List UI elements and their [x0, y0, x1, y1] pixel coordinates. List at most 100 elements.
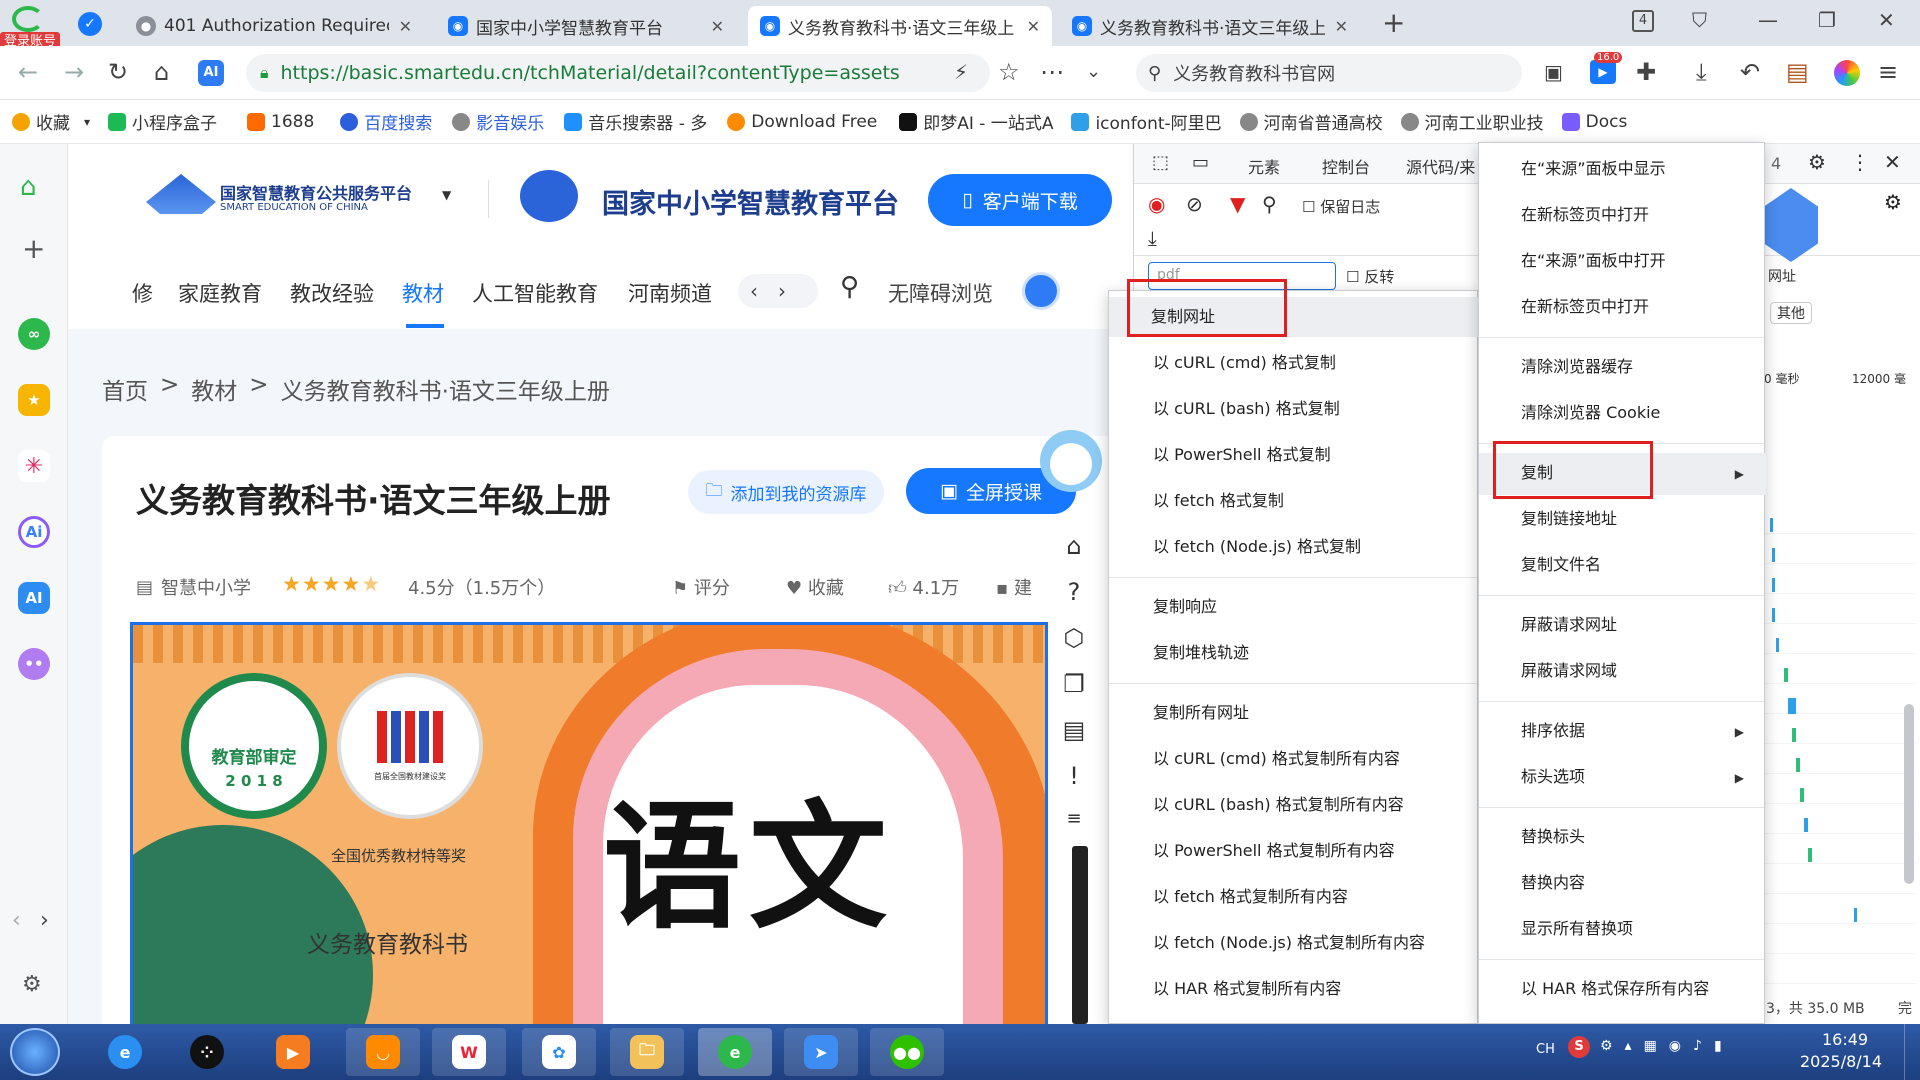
feedback-icon[interactable]: ! — [1069, 762, 1079, 790]
taskbar-media[interactable]: ▶ — [256, 1028, 330, 1076]
menu-item[interactable]: 复制堆栈轨迹 — [1109, 643, 1477, 663]
menu-item[interactable]: 复制响应 — [1109, 597, 1477, 617]
bookmark-item[interactable]: 影音娱乐 — [452, 109, 544, 134]
skin-icon[interactable]: ⛉ — [1692, 8, 1707, 32]
taskbar-ie[interactable]: e — [88, 1028, 162, 1076]
chat-bot-icon[interactable]: •• — [18, 648, 50, 680]
taskbar-browser[interactable]: e — [698, 1028, 772, 1076]
back-icon[interactable]: ← — [18, 58, 38, 86]
more-icon[interactable]: ⋯ — [1040, 58, 1064, 86]
devtools-more-icon[interactable]: ⋮ — [1850, 150, 1870, 174]
clear-icon[interactable]: ⊘ — [1186, 192, 1203, 216]
extensions-icon[interactable]: ✚ — [1636, 58, 1656, 86]
search-box[interactable]: ⚲ 义务教育教科书官网 — [1136, 54, 1522, 92]
start-button[interactable] — [10, 1028, 60, 1076]
forward-icon[interactable]: → — [64, 58, 84, 86]
breadcrumb-textbook[interactable]: 教材 — [191, 372, 237, 406]
devtools-settings-icon[interactable]: ⚙ — [1808, 150, 1826, 174]
avatar[interactable] — [1022, 272, 1060, 310]
menu-item[interactable]: 以 cURL (cmd) 格式复制 — [1109, 353, 1477, 373]
menu-item[interactable]: 以 cURL (bash) 格式复制 — [1109, 399, 1477, 419]
network-app-icon[interactable]: ✳ — [18, 450, 50, 482]
ai-icon[interactable]: AI — [18, 582, 50, 614]
tab-textbook-active[interactable]: ◉ 义务教育教科书·语文三年级上 ✕ — [748, 6, 1052, 46]
menu-item[interactable]: 在“来源”面板中打开 — [1479, 251, 1764, 271]
new-tab-button[interactable]: + — [1382, 6, 1405, 39]
menu-item[interactable]: 屏蔽请求网域 — [1479, 661, 1764, 681]
list-icon[interactable]: ≡ — [1066, 808, 1081, 829]
bookmark-item[interactable]: 河南省普通高校 — [1239, 109, 1383, 134]
devtools-settings-icon-2[interactable]: ⚙ — [1884, 190, 1902, 214]
book-cover[interactable]: 教育部审定 2 0 1 8 首届全国教材建设奖 全国优秀教材特等奖 义务教育教科… — [130, 622, 1048, 1024]
menu-item[interactable]: 以 fetch 格式复制所有内容 — [1109, 887, 1477, 907]
record-icon[interactable]: ◉ — [1148, 192, 1165, 216]
add-resource-button[interactable]: 🗀︎ 添加到我的资源库 — [688, 470, 884, 514]
menu-item-copy[interactable]: 复制 — [1479, 463, 1764, 483]
favorite-button[interactable]: ♥ 收藏 — [786, 574, 844, 600]
close-icon[interactable]: ✕ — [1027, 17, 1040, 36]
home-icon[interactable]: ⌂ — [154, 58, 169, 86]
star-icon[interactable]: ☆ — [998, 58, 1020, 86]
platform-name[interactable]: 国家智慧教育公共服务平台 — [220, 180, 412, 204]
taskbar-app[interactable]: ➤ — [784, 1028, 858, 1076]
window-close-icon[interactable]: ✕ — [1878, 8, 1895, 32]
show-desktop-button[interactable] — [1904, 1024, 1920, 1080]
reload-icon[interactable]: ↻ — [108, 58, 128, 86]
chevron-down-icon[interactable]: ▼ — [442, 188, 451, 202]
menu-item[interactable]: 标头选项 — [1479, 767, 1764, 787]
menu-item[interactable]: 在“来源”面板中显示 — [1479, 159, 1764, 179]
menu-item[interactable]: 替换内容 — [1479, 873, 1764, 893]
main-title[interactable]: 国家中小学智慧教育平台 — [602, 182, 899, 221]
copy-icon[interactable]: ❐ — [1063, 670, 1085, 698]
tab-401[interactable]: ● 401 Authorization Required ✕ — [124, 6, 424, 46]
menu-item[interactable]: 以 cURL (cmd) 格式复制所有内容 — [1109, 749, 1477, 769]
filter-input[interactable]: pdf — [1148, 262, 1336, 290]
browser-logo-icon[interactable] — [12, 6, 44, 32]
menu-item[interactable]: 以 PowerShell 格式复制所有内容 — [1109, 841, 1477, 861]
menu-item[interactable]: 以 fetch (Node.js) 格式复制所有内容 — [1109, 933, 1477, 953]
like-button[interactable]: 👍︎ 4.1万 — [888, 574, 959, 600]
download-har-icon[interactable]: ⤓ — [1148, 226, 1157, 250]
scrollbar[interactable] — [1072, 846, 1088, 1024]
ai-assistant-icon[interactable]: Ai — [18, 516, 50, 548]
bookmark-item[interactable]: Download Free — [727, 112, 877, 132]
lightning-icon[interactable]: ⚡︎ — [954, 58, 968, 86]
tray-language[interactable]: CH — [1536, 1042, 1555, 1057]
close-icon[interactable]: ✕ — [1335, 17, 1348, 36]
menu-item[interactable]: 以 HAR 格式保存所有内容 — [1479, 979, 1764, 999]
link-app-icon[interactable]: ∞ — [18, 318, 50, 350]
add-icon[interactable]: + — [22, 232, 45, 265]
menu-item[interactable]: 以 fetch (Node.js) 格式复制 — [1109, 537, 1477, 557]
nav-prev-button[interactable]: ‹› — [738, 274, 818, 308]
menu-item[interactable]: 在新标签页中打开 — [1479, 205, 1764, 225]
undo-icon[interactable]: ↶ — [1740, 58, 1760, 86]
nav-item[interactable]: 河南频道 — [628, 278, 712, 308]
menu-item[interactable]: 复制所有网址 — [1109, 703, 1477, 723]
invert-checkbox[interactable]: ☐ 反转 — [1346, 266, 1394, 287]
tab-count-button[interactable]: 4 — [1632, 10, 1654, 32]
bookmark-item[interactable]: 百度搜索 — [340, 109, 432, 134]
breadcrumb-home[interactable]: 首页 — [102, 372, 148, 406]
nav-item[interactable]: 修 — [132, 278, 153, 308]
client-download-button[interactable]: ▯ 客户端下载 — [928, 174, 1112, 226]
tab-smartedu[interactable]: ◉ 国家中小学智慧教育平台 ✕ — [436, 6, 736, 46]
filter-other[interactable]: 其他 — [1770, 302, 1812, 324]
taskbar-wechat[interactable]: ●● — [870, 1028, 944, 1076]
suggest-button[interactable]: ▪ 建 — [996, 574, 1032, 600]
tray-icons[interactable]: ⚙▴▦◉♪▮ — [1600, 1038, 1734, 1054]
bookmark-favorites[interactable]: 收藏 ▾ — [12, 109, 90, 134]
device-icon[interactable]: ▭ — [1192, 152, 1209, 173]
menu-item[interactable]: 在新标签页中打开 — [1479, 297, 1764, 317]
reader-icon[interactable]: ▣ — [1544, 58, 1563, 86]
address-bar[interactable]: 🔒︎ https://basic.smartedu.cn/tchMaterial… — [246, 54, 990, 92]
menu-item[interactable]: 清除浏览器 Cookie — [1479, 403, 1764, 423]
help-icon[interactable]: ? — [1068, 578, 1081, 606]
menu-item[interactable]: 以 cURL (bash) 格式复制所有内容 — [1109, 795, 1477, 815]
bookmark-item[interactable]: 即梦AI - 一站式A — [899, 109, 1053, 134]
menu-item[interactable]: 屏蔽请求网址 — [1479, 615, 1764, 635]
taskbar-app[interactable]: ⁘ — [170, 1028, 244, 1076]
toolbox-icon[interactable]: ▤ — [1786, 58, 1809, 86]
ime-icon[interactable]: S — [1568, 1036, 1590, 1058]
menu-item[interactable]: 显示所有替换项 — [1479, 919, 1764, 939]
taskbar-app[interactable]: ◡ — [346, 1028, 420, 1076]
